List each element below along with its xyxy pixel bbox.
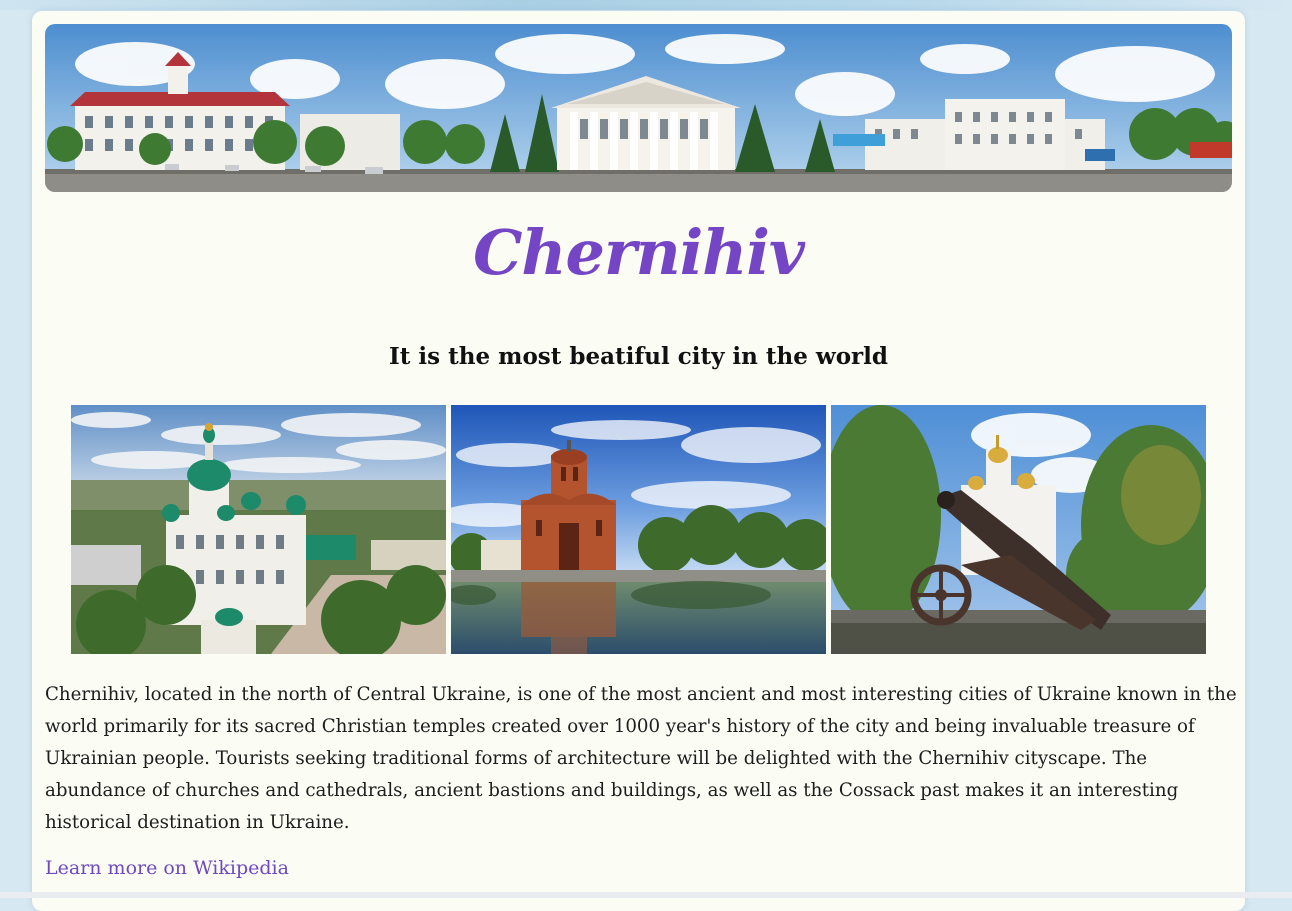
- page-subtitle: It is the most beatiful city in the worl…: [389, 343, 888, 370]
- photo-gallery: [71, 405, 1207, 654]
- city-description: Chernihiv, located in the north of Centr…: [45, 684, 1237, 833]
- monastery-photo: [71, 405, 446, 654]
- red-brick-church-photo: [451, 405, 826, 654]
- city-panorama-banner: [45, 24, 1232, 192]
- cannon-photo: [831, 405, 1206, 654]
- top-strip: [0, 0, 1292, 10]
- page-title: Chernihiv: [473, 216, 805, 289]
- content-card: Chernihiv It is the most beatiful city i…: [32, 11, 1245, 911]
- bottom-bar: [0, 892, 1292, 898]
- wikipedia-link[interactable]: Learn more on Wikipedia: [45, 857, 289, 879]
